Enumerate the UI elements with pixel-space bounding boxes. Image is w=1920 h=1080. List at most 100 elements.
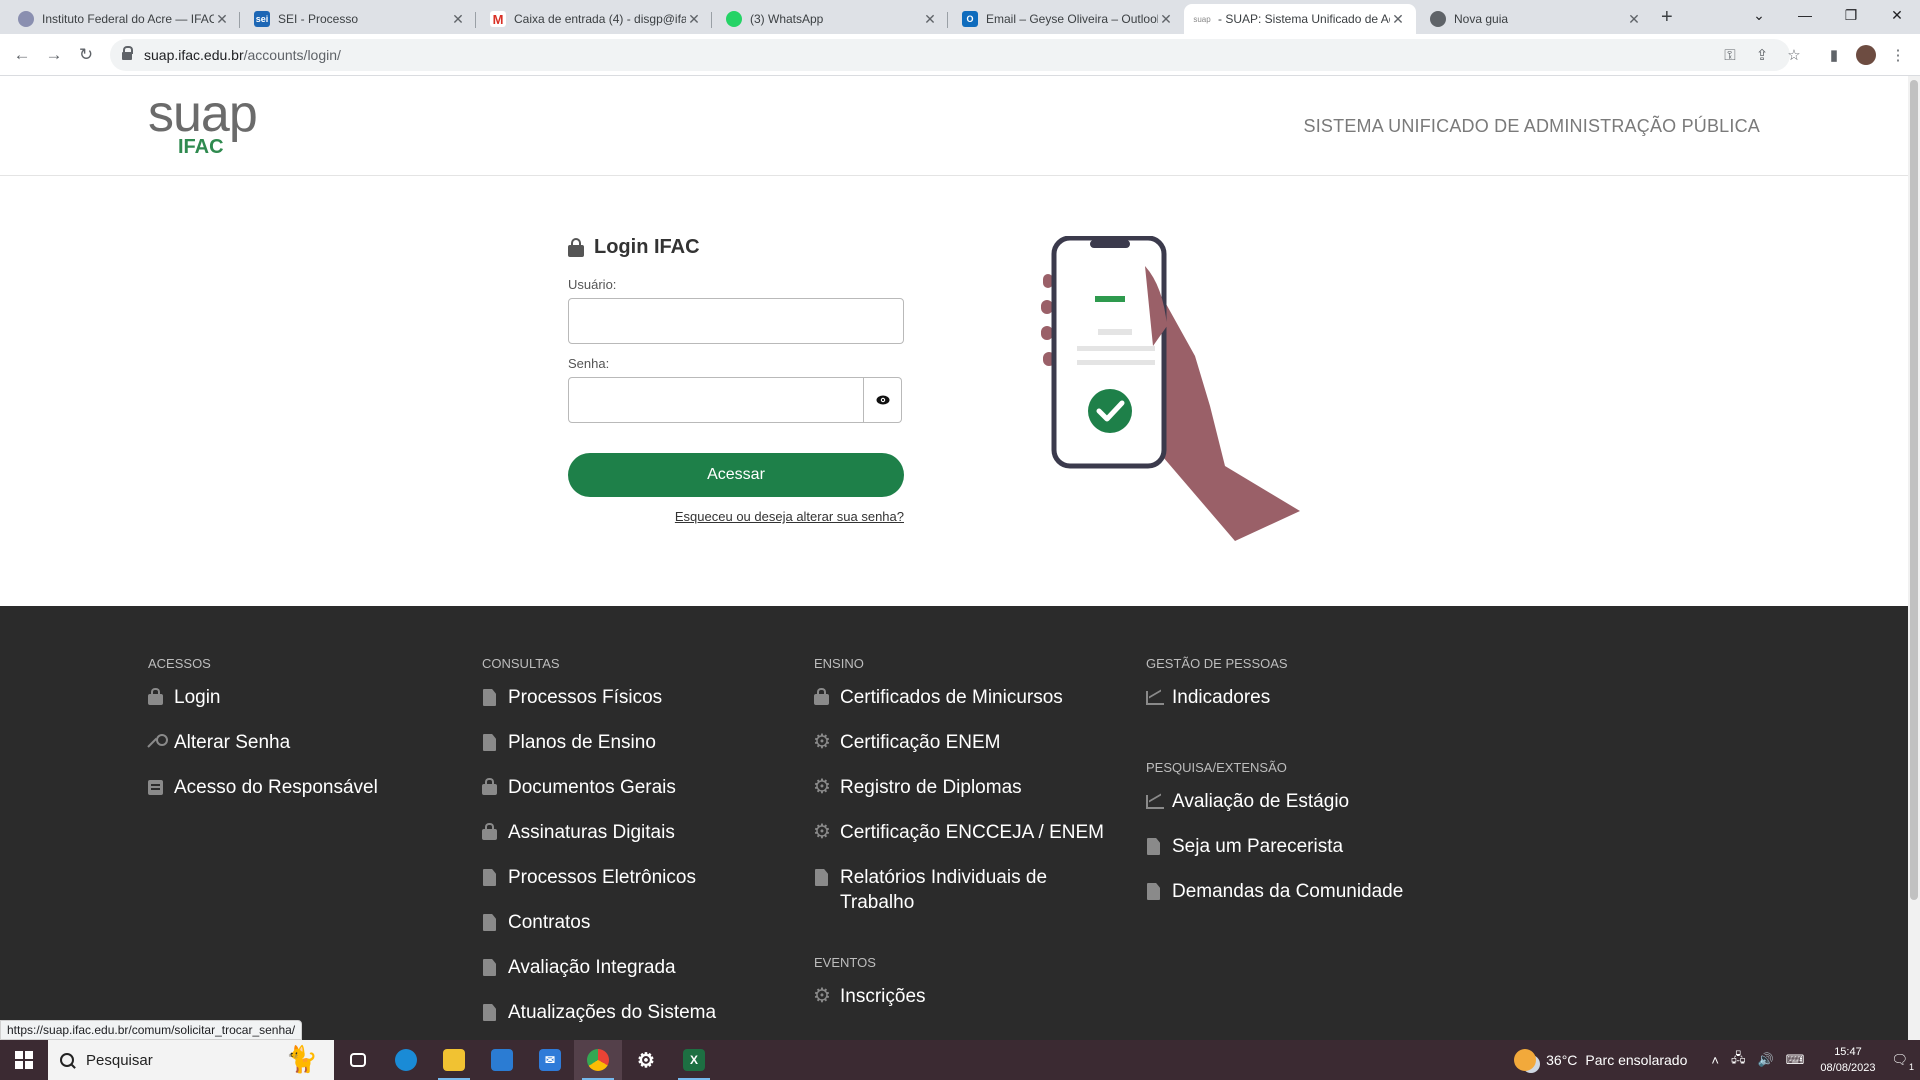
- network-icon[interactable]: 🖧: [1731, 1049, 1746, 1071]
- password-input[interactable]: [568, 377, 864, 423]
- page-scrollbar[interactable]: [1908, 76, 1920, 1040]
- footer-link-registro-diplomas[interactable]: Registro de Diplomas: [813, 775, 1114, 800]
- file-icon: [1146, 838, 1164, 855]
- share-icon[interactable]: ⇪: [1750, 43, 1774, 67]
- close-window-button[interactable]: ✕: [1874, 0, 1920, 30]
- login-title-text: Login IFAC: [594, 236, 700, 258]
- task-view-button[interactable]: [334, 1040, 382, 1080]
- forward-button[interactable]: →: [42, 43, 66, 67]
- footer-heading: EVENTOS: [814, 955, 876, 970]
- tab-title: Instituto Federal do Acre — IFAC: [42, 12, 214, 26]
- store-icon: [491, 1049, 513, 1071]
- taskbar-edge[interactable]: [382, 1040, 430, 1080]
- show-password-button[interactable]: [864, 377, 902, 423]
- footer-link-text: Processos Físicos: [508, 687, 663, 708]
- footer-link-text: Acesso do Responsável: [174, 777, 378, 798]
- taskbar-excel[interactable]: X: [670, 1040, 718, 1080]
- tab-gmail[interactable]: M Caixa de entrada (4) - disgp@ifac ✕: [480, 4, 712, 34]
- close-icon[interactable]: ✕: [1626, 11, 1642, 28]
- footer-link-inscricoes[interactable]: Inscrições: [813, 984, 1114, 1009]
- outlook-favicon: O: [962, 11, 978, 27]
- tab-sei[interactable]: sei SEI - Processo ✕: [244, 4, 476, 34]
- browser-tab-strip: Instituto Federal do Acre — IFAC ✕ sei S…: [0, 0, 1920, 34]
- close-icon[interactable]: ✕: [686, 11, 702, 28]
- taskbar-search[interactable]: Pesquisar 🐈: [48, 1040, 334, 1080]
- start-button[interactable]: [0, 1040, 48, 1080]
- taskbar-chrome[interactable]: [574, 1040, 622, 1080]
- footer-link-demandas-comunidade[interactable]: Demandas da Comunidade: [1146, 879, 1446, 904]
- weather-text: Parc ensolarado: [1585, 1052, 1688, 1068]
- notification-icon[interactable]: 🗨 1: [1891, 1052, 1914, 1072]
- login-form: Login IFAC Usuário: Senha: Acessar Esque…: [568, 236, 904, 524]
- tab-title: Caixa de entrada (4) - disgp@ifac: [514, 12, 686, 26]
- scrollbar-thumb[interactable]: [1910, 80, 1918, 900]
- footer-link-avaliacao-integrada[interactable]: Avaliação Integrada: [482, 955, 782, 980]
- tab-ifac[interactable]: Instituto Federal do Acre — IFAC ✕: [8, 4, 240, 34]
- search-placeholder: Pesquisar: [86, 1051, 153, 1069]
- volume-icon[interactable]: 🔊: [1757, 1052, 1773, 1068]
- footer-link-certificacao-encceja[interactable]: Certificação ENCCEJA / ENEM: [813, 820, 1114, 845]
- footer-link-acesso-responsavel[interactable]: Acesso do Responsável: [148, 775, 448, 800]
- key-icon[interactable]: ⚿: [1718, 43, 1742, 67]
- suap-logo[interactable]: suap IFAC: [148, 84, 268, 164]
- footer-link-text: Indicadores: [1172, 687, 1271, 708]
- tab-nova-guia[interactable]: Nova guia ✕: [1420, 4, 1652, 34]
- tab-search-button[interactable]: ⌄: [1736, 0, 1782, 30]
- lock-icon[interactable]: [122, 45, 133, 61]
- footer-link-planos-ensino[interactable]: Planos de Ensino: [482, 730, 782, 755]
- tab-outlook[interactable]: O Email – Geyse Oliveira – Outlook ✕: [952, 4, 1184, 34]
- chart-icon: [1146, 689, 1164, 706]
- footer-link-indicadores[interactable]: Indicadores: [1146, 685, 1446, 710]
- close-icon[interactable]: ✕: [922, 11, 938, 28]
- address-host: suap.ifac.edu.br: [144, 47, 244, 63]
- logo-subtext: IFAC: [178, 136, 224, 158]
- footer-link-alterar-senha[interactable]: Alterar Senha: [148, 730, 448, 755]
- reload-button[interactable]: ↻: [74, 43, 98, 67]
- address-bar[interactable]: suap.ifac.edu.br/accounts/login/: [110, 39, 1790, 71]
- footer-link-text: Planos de Ensino: [508, 732, 656, 753]
- login-submit-button[interactable]: Acessar: [568, 453, 904, 497]
- close-icon[interactable]: ✕: [1158, 11, 1174, 28]
- new-tab-button[interactable]: +: [1661, 6, 1673, 29]
- tab-whatsapp[interactable]: (3) WhatsApp ✕: [716, 4, 948, 34]
- footer-link-avaliacao-estagio[interactable]: Avaliação de Estágio: [1146, 789, 1446, 814]
- maximize-button[interactable]: ❐: [1828, 0, 1874, 30]
- close-icon[interactable]: ✕: [450, 11, 466, 28]
- username-input[interactable]: [568, 298, 904, 344]
- tab-suap[interactable]: suap - SUAP: Sistema Unificado de Ad ✕: [1184, 4, 1416, 34]
- footer-col-acessos: ACESSOS Login Alterar Senha Acesso do Re…: [148, 656, 448, 820]
- minimize-button[interactable]: —: [1782, 0, 1828, 30]
- footer-link-processos-eletronicos[interactable]: Processos Eletrônicos: [482, 865, 782, 890]
- clock[interactable]: 15:47 08/08/2023: [1820, 1044, 1875, 1076]
- footer-link-assinaturas-digitais[interactable]: Assinaturas Digitais: [482, 820, 782, 845]
- back-button[interactable]: ←: [10, 43, 34, 67]
- file-icon: [482, 1004, 500, 1021]
- footer-link-login[interactable]: Login: [148, 685, 448, 710]
- footer-link-contratos[interactable]: Contratos: [482, 910, 782, 935]
- star-icon[interactable]: ☆: [1782, 43, 1806, 67]
- side-panel-icon[interactable]: ▮: [1822, 43, 1846, 67]
- forgot-password-link[interactable]: Esqueceu ou deseja alterar sua senha?: [568, 509, 904, 524]
- keyboard-icon[interactable]: ⌨: [1786, 1052, 1805, 1068]
- windows-taskbar: Pesquisar 🐈 ✉ ⚙ X 36°C Parc ensolarado ˄…: [0, 1040, 1920, 1080]
- taskbar-file-explorer[interactable]: [430, 1040, 478, 1080]
- footer-link-certificacao-enem[interactable]: Certificação ENEM: [813, 730, 1114, 755]
- profile-avatar[interactable]: [1854, 43, 1878, 67]
- footer-link-processos-fisicos[interactable]: Processos Físicos: [482, 685, 782, 710]
- footer-link-parecerista[interactable]: Seja um Parecerista: [1146, 834, 1446, 859]
- weather-widget[interactable]: 36°C Parc ensolarado: [1514, 1049, 1687, 1071]
- taskbar-settings[interactable]: ⚙: [622, 1040, 670, 1080]
- close-icon[interactable]: ✕: [1390, 11, 1406, 28]
- taskbar-mail[interactable]: ✉: [526, 1040, 574, 1080]
- taskbar-store[interactable]: [478, 1040, 526, 1080]
- chevron-up-icon[interactable]: ˄: [1711, 1053, 1719, 1068]
- footer-link-documentos-gerais[interactable]: Documentos Gerais: [482, 775, 782, 800]
- folder-icon: [443, 1049, 465, 1071]
- footer-link-relatorios-individuais[interactable]: Relatórios Individuais de Trabalho: [814, 865, 1054, 915]
- footer-link-certificados-minicursos[interactable]: Certificados de Minicursos: [814, 685, 1114, 710]
- close-icon[interactable]: ✕: [214, 11, 230, 28]
- clock-time: 15:47: [1834, 1046, 1862, 1058]
- footer-heading: GESTÃO DE PESSOAS: [1146, 656, 1288, 671]
- menu-icon[interactable]: ⋮: [1886, 43, 1910, 67]
- footer-link-atualizacoes-sistema[interactable]: Atualizações do Sistema: [482, 1000, 782, 1025]
